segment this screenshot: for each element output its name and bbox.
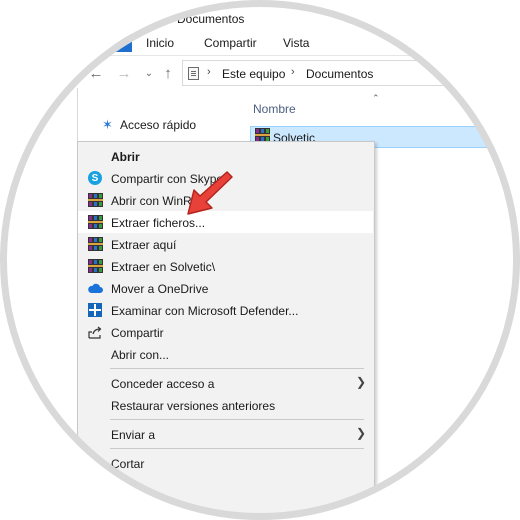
sort-chevron-icon: ⌃	[372, 93, 380, 103]
menu-item-label: Restaurar versiones anteriores	[111, 399, 276, 413]
menu-item-label: Examinar con Microsoft Defender...	[111, 304, 299, 318]
menu-item-label: Compartir	[111, 326, 164, 340]
sidebar-item-label: Acceso rápido	[120, 118, 197, 132]
menu-item-label: Extraer en Solvetic\	[111, 260, 216, 274]
tab-inicio[interactable]: Inicio	[146, 36, 174, 50]
breadcrumb-este-equipo[interactable]: Este equipo	[222, 67, 285, 81]
chevron-down-icon[interactable]: ⌄	[141, 64, 157, 82]
submenu-chevron-icon: ❯	[356, 375, 367, 389]
tab-vista[interactable]: Vista	[283, 36, 309, 50]
this-pc-icon	[188, 67, 199, 80]
breadcrumb-chevron-icon[interactable]: ›	[291, 66, 295, 78]
title-bar	[110, 8, 520, 30]
defender-icon	[87, 302, 103, 318]
menu-item-label: Abrir	[111, 150, 140, 164]
onedrive-icon	[87, 280, 103, 296]
tab-compartir[interactable]: Compartir	[204, 36, 257, 50]
arrow-up-icon[interactable]: ↑	[160, 64, 176, 82]
breadcrumb-documentos[interactable]: Documentos	[306, 67, 373, 81]
menu-item-label: Abrir con...	[111, 348, 170, 362]
menu-item-label: Mover a OneDrive	[111, 282, 209, 296]
arrow-right-icon[interactable]: →	[116, 64, 132, 82]
winrar-icon	[87, 236, 103, 252]
file-tab-accent[interactable]	[110, 32, 132, 52]
winrar-icon	[87, 192, 103, 208]
sidebar-item-quick-access[interactable]: ✶ Acceso rápido	[100, 117, 196, 133]
share-icon	[87, 324, 103, 340]
submenu-chevron-icon: ❯	[356, 426, 367, 440]
breadcrumb-chevron-icon[interactable]: ›	[207, 66, 211, 78]
arrow-left-icon[interactable]: ←	[88, 64, 104, 82]
menu-item-label: Cortar	[111, 457, 145, 471]
menu-separator	[110, 419, 364, 420]
menu-item-label: Extraer aquí	[111, 238, 177, 252]
circular-crop: Documentos Inicio Compartir Vista ← → ⌄ …	[0, 0, 520, 520]
menu-item-label: Conceder acceso a	[111, 377, 215, 391]
winrar-icon	[87, 258, 103, 274]
column-header-name[interactable]: Nombre	[253, 102, 296, 116]
skype-icon: S	[87, 170, 103, 186]
window-title: Documentos	[177, 12, 245, 26]
red-pointer-arrow-icon	[187, 171, 233, 215]
menu-separator	[110, 368, 364, 369]
menu-separator	[110, 448, 364, 449]
menu-item-label: Enviar a	[111, 428, 156, 442]
pin-star-icon: ✶	[102, 117, 113, 132]
winrar-icon	[87, 214, 103, 230]
